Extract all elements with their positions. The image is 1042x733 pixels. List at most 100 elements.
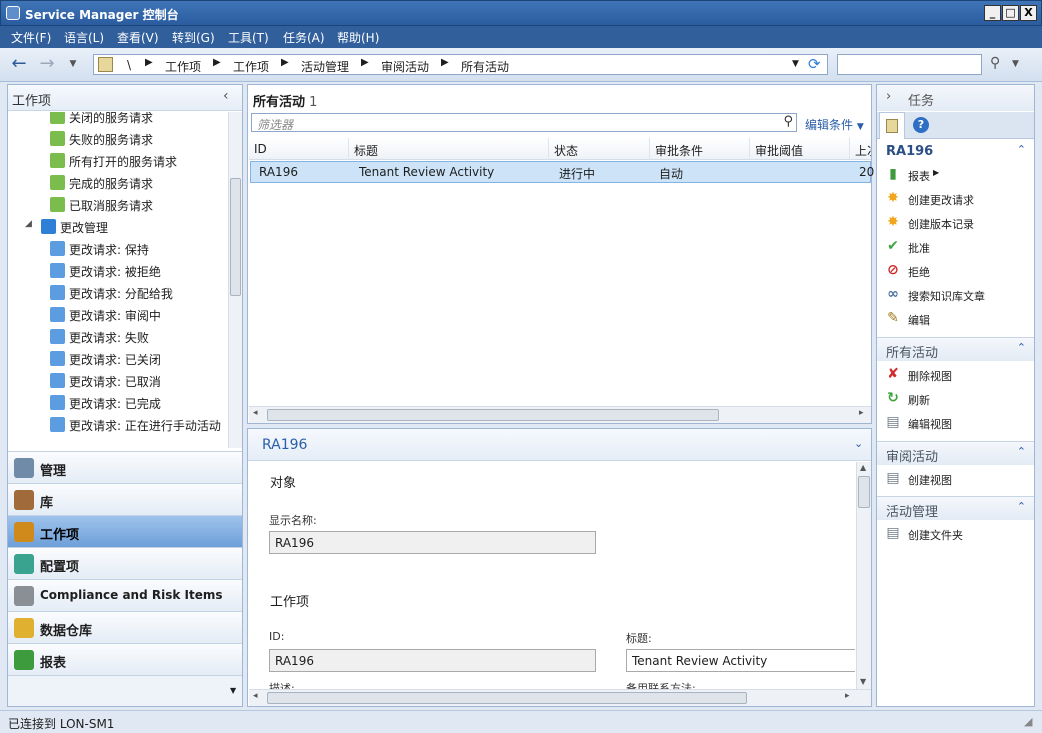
refresh-icon[interactable]: ⟳ bbox=[808, 55, 821, 73]
link-icon: ∞ bbox=[887, 286, 899, 302]
chevron-down-icon[interactable]: ▼ bbox=[1012, 59, 1019, 69]
scroll-right-icon[interactable]: ▸ bbox=[859, 408, 864, 418]
list-horizontal-scrollbar[interactable]: ◂ ▸ bbox=[249, 406, 871, 423]
chevron-right-icon[interactable]: ▶ bbox=[441, 57, 449, 68]
expand-pane-icon[interactable]: › bbox=[886, 89, 891, 104]
history-dropdown-icon[interactable]: ▼ bbox=[62, 54, 84, 76]
breadcrumb-item[interactable]: 工作项 bbox=[165, 58, 201, 75]
clipboard-icon bbox=[98, 57, 113, 72]
scrollbar-thumb[interactable] bbox=[858, 476, 870, 508]
close-button[interactable]: X bbox=[1020, 5, 1037, 21]
forward-arrow-icon[interactable]: → bbox=[36, 54, 58, 76]
breadcrumb-root[interactable]: \ bbox=[127, 58, 131, 72]
change-management-icon bbox=[41, 219, 56, 234]
back-arrow-icon[interactable]: ← bbox=[8, 54, 30, 76]
chevron-up-icon[interactable]: ⌃ bbox=[1017, 341, 1026, 354]
chevron-right-icon[interactable]: ▶ bbox=[213, 57, 221, 68]
table-row[interactable]: RA196 Tenant Review Activity 进行中 自动 20 bbox=[250, 161, 874, 183]
maximize-button[interactable]: □ bbox=[1002, 5, 1019, 21]
window-title: Service Manager 控制台 bbox=[25, 8, 179, 22]
scroll-down-icon[interactable]: ▼ bbox=[860, 677, 866, 686]
deny-icon: ⊘ bbox=[887, 262, 899, 278]
detail-vertical-scrollbar[interactable]: ▲ ▼ bbox=[856, 462, 871, 689]
cell-condition: 自动 bbox=[659, 167, 684, 181]
menu-view[interactable]: 查看(V) bbox=[117, 29, 159, 46]
tab-tasks[interactable] bbox=[879, 112, 905, 139]
minimize-button[interactable]: _ bbox=[984, 5, 1001, 21]
breadcrumb[interactable]: \ ▶ 工作项 ▶ 工作项 ▶ 活动管理 ▶ 审阅活动 ▶ 所有活动 ▼ ⟳ bbox=[93, 54, 828, 75]
menu-tools[interactable]: 工具(T) bbox=[228, 29, 269, 46]
change-request-icon bbox=[50, 373, 65, 388]
detail-form: 对象 显示名称: RA196 工作项 ID: RA196 标题: Tenant … bbox=[248, 462, 855, 689]
column-title[interactable]: 标题 bbox=[349, 138, 549, 160]
search-icon[interactable]: ⚲ bbox=[783, 114, 793, 129]
title-label: 标题: bbox=[626, 632, 652, 645]
alt-contact-label: 备用联系方法: bbox=[626, 682, 696, 689]
section-workitem-heading: 工作项 bbox=[270, 595, 310, 610]
scroll-left-icon[interactable]: ◂ bbox=[253, 691, 258, 701]
nav-reporting[interactable]: 报表 bbox=[8, 643, 242, 675]
breadcrumb-item[interactable]: 审阅活动 bbox=[381, 58, 429, 75]
scroll-right-icon[interactable]: ▸ bbox=[845, 691, 850, 701]
title-field[interactable]: Tenant Review Activity bbox=[626, 649, 855, 672]
search-input[interactable] bbox=[837, 54, 982, 75]
menu-tasks[interactable]: 任务(A) bbox=[283, 29, 325, 46]
nav-library[interactable]: 库 bbox=[8, 483, 242, 515]
id-field[interactable]: RA196 bbox=[269, 649, 596, 672]
menu-language[interactable]: 语言(L) bbox=[64, 29, 104, 46]
expand-arrow-icon[interactable]: ◢ bbox=[25, 219, 32, 229]
section-all-activities-header[interactable]: 所有活动 ⌃ bbox=[877, 337, 1034, 361]
scroll-up-icon[interactable]: ▲ bbox=[860, 463, 866, 472]
help-icon[interactable]: ? bbox=[913, 117, 929, 133]
resize-grip-icon[interactable]: ◢ bbox=[1024, 715, 1032, 728]
clipboard-icon bbox=[886, 119, 898, 133]
section-review-activity-header[interactable]: 审阅活动 ⌃ bbox=[877, 441, 1034, 465]
menu-help[interactable]: 帮助(H) bbox=[337, 29, 379, 46]
scrollbar-thumb[interactable] bbox=[267, 692, 747, 704]
column-status[interactable]: 状态 bbox=[549, 138, 650, 160]
nav-data-warehouse[interactable]: 数据仓库 bbox=[8, 611, 242, 643]
chevron-down-icon[interactable]: ▼ bbox=[230, 686, 236, 695]
column-last[interactable]: 上次 bbox=[850, 138, 871, 160]
nav-compliance[interactable]: Compliance and Risk Items bbox=[8, 579, 242, 611]
collapse-detail-icon[interactable]: ⌄ bbox=[854, 437, 863, 450]
menu-file[interactable]: 文件(F) bbox=[11, 29, 51, 46]
edit-criteria-link[interactable]: 编辑条件 ▼ bbox=[805, 116, 864, 133]
activity-list-pane: 所有活动 1 筛选器 ⚲ 编辑条件 ▼ ID 标题 状态 审批条件 审批阈值 上… bbox=[247, 84, 874, 424]
nav-work-items[interactable]: 工作项 bbox=[8, 515, 242, 547]
menu-goto[interactable]: 转到(G) bbox=[172, 29, 215, 46]
folder-icon: ▤ bbox=[886, 525, 900, 541]
chevron-up-icon[interactable]: ⌃ bbox=[1017, 445, 1026, 458]
chevron-down-icon[interactable]: ▼ bbox=[792, 59, 799, 69]
cell-status: 进行中 bbox=[559, 167, 596, 181]
change-request-icon bbox=[50, 241, 65, 256]
chevron-right-icon[interactable]: ▶ bbox=[281, 57, 289, 68]
chevron-right-icon[interactable]: ▶ bbox=[145, 57, 153, 68]
breadcrumb-item[interactable]: 所有活动 bbox=[461, 58, 509, 75]
scrollbar-thumb[interactable] bbox=[267, 409, 719, 421]
collapse-pane-icon[interactable]: ‹ bbox=[223, 88, 229, 104]
breadcrumb-item[interactable]: 工作项 bbox=[233, 58, 269, 75]
delete-icon: ✘ bbox=[887, 366, 899, 382]
display-name-field[interactable]: RA196 bbox=[269, 531, 596, 554]
tree-scrollbar[interactable] bbox=[228, 112, 242, 448]
sparkle-icon: ✸ bbox=[887, 214, 899, 230]
chevron-up-icon[interactable]: ⌃ bbox=[1017, 143, 1026, 156]
detail-horizontal-scrollbar[interactable]: ◂ ▸ bbox=[249, 689, 871, 706]
column-id[interactable]: ID bbox=[249, 138, 349, 160]
scrollbar-thumb[interactable] bbox=[230, 178, 241, 296]
change-request-icon bbox=[50, 307, 65, 322]
section-ra196-header[interactable]: RA196 ⌃ bbox=[877, 140, 1034, 164]
chevron-up-icon[interactable]: ⌃ bbox=[1017, 500, 1026, 513]
column-approval-threshold[interactable]: 审批阈值 bbox=[750, 138, 850, 160]
chevron-right-icon[interactable]: ▶ bbox=[361, 57, 369, 68]
column-approval-condition[interactable]: 审批条件 bbox=[650, 138, 750, 160]
breadcrumb-item[interactable]: 活动管理 bbox=[301, 58, 349, 75]
nav-configuration-items[interactable]: 配置项 bbox=[8, 547, 242, 579]
filter-input[interactable]: 筛选器 ⚲ bbox=[251, 113, 797, 132]
nav-admin[interactable]: 管理 bbox=[8, 451, 242, 483]
section-activity-management-header[interactable]: 活动管理 ⌃ bbox=[877, 496, 1034, 520]
cell-title: Tenant Review Activity bbox=[359, 165, 495, 179]
search-icon[interactable]: ⚲ bbox=[990, 55, 1000, 71]
scroll-left-icon[interactable]: ◂ bbox=[253, 408, 258, 418]
